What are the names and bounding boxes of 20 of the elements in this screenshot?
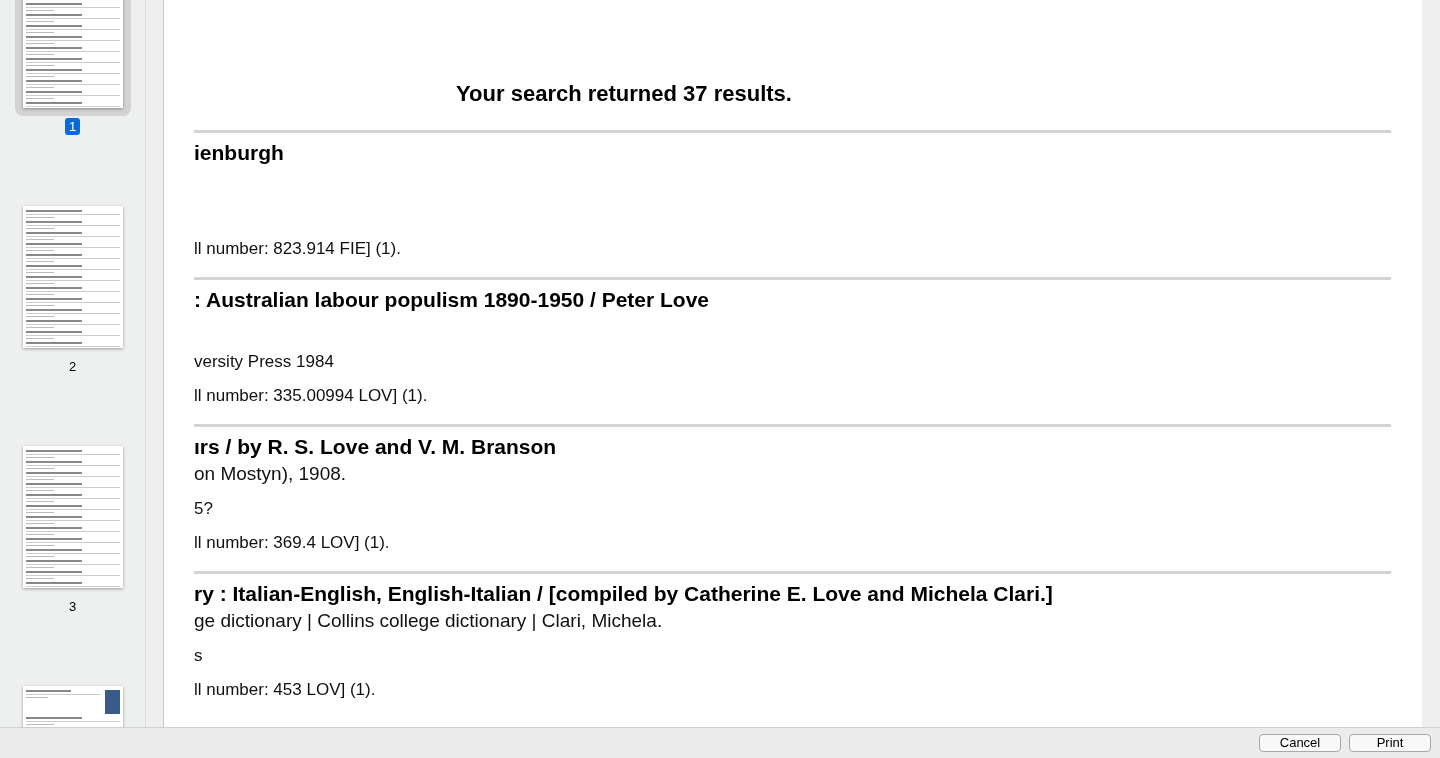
record-title: ry : Italian-English, English-Italian / [compiled by Catherine E. Love and Michela Clari.] xyxy=(194,581,1054,607)
page-number: 3 xyxy=(67,598,78,615)
record-title: ienburgh xyxy=(194,140,285,166)
call-number: ll number: 335.00994 LOV] (1). xyxy=(194,385,429,407)
results-heading: Your search returned 37 results. xyxy=(455,80,793,108)
record-title: ırs / by R. S. Love and V. M. Branson xyxy=(194,434,558,460)
page-thumbnail-frame[interactable] xyxy=(14,0,131,116)
record-detail: 5? xyxy=(194,498,214,520)
call-number: ll number: 453 LOV] (1). xyxy=(194,679,377,701)
call-number: ll number: 823.914 FIE] (1). xyxy=(194,238,402,260)
record-detail: s xyxy=(194,645,204,667)
print-button[interactable]: Print xyxy=(1349,734,1431,752)
page-number: 1 xyxy=(64,118,81,135)
record-title: : Australian labour populism 1890-1950 / Peter Love xyxy=(194,287,711,313)
record-detail: versity Press 1984 xyxy=(194,351,335,373)
page-number: 2 xyxy=(67,358,78,375)
record-detail: on Mostyn), 1908. xyxy=(194,462,348,486)
cancel-button[interactable]: Cancel xyxy=(1259,734,1341,752)
record-detail: ge dictionary | Collins college dictionary | Clari, Michela. xyxy=(194,609,664,633)
call-number: ll number: 369.4 LOV] (1). xyxy=(194,532,391,554)
